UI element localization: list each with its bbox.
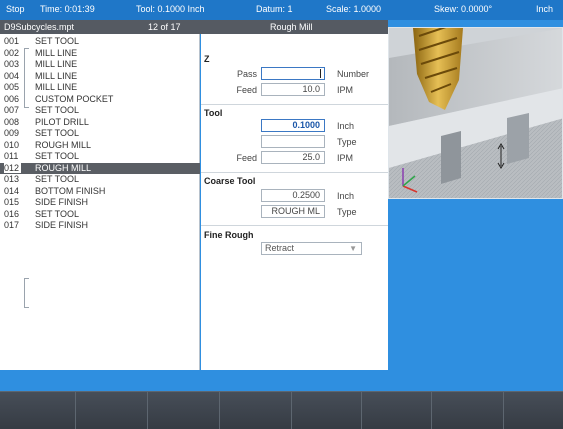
z-feed-input[interactable]: 10.0 bbox=[261, 83, 325, 96]
block-row[interactable]: 015 SIDE FINISH bbox=[0, 197, 200, 209]
block-row[interactable]: 006 CUSTOM POCKET bbox=[0, 94, 200, 106]
tool-feed-unit: IPM bbox=[337, 153, 354, 163]
coarse-type-unit: Type bbox=[337, 207, 357, 217]
tool-readout: Tool: 0.1000 Inch bbox=[136, 4, 205, 14]
block-row[interactable]: 009 SET TOOL bbox=[0, 128, 200, 140]
tool-section: Tool 0.1000 Inch Type Feed 25.0 IPM bbox=[201, 105, 388, 173]
tool-type-unit: Type bbox=[337, 137, 357, 147]
scale-readout: Scale: 1.0000 bbox=[326, 4, 382, 14]
softkey-1[interactable] bbox=[0, 392, 76, 429]
units-readout: Inch bbox=[536, 4, 554, 14]
slot-wall bbox=[441, 131, 461, 184]
status-bar: Stop Time: 0:01:39 Tool: 0.1000 Inch Dat… bbox=[0, 0, 563, 20]
fine-rough-select[interactable]: Retract ▼ bbox=[261, 242, 362, 255]
tool-feed-label: Feed bbox=[236, 153, 257, 163]
softkey-6[interactable] bbox=[362, 392, 432, 429]
toolpath-preview[interactable] bbox=[388, 27, 563, 199]
block-row[interactable]: 011 SET TOOL bbox=[0, 151, 200, 163]
block-row[interactable]: 008 PILOT DRILL bbox=[0, 117, 200, 129]
program-header: D9Subcycles.mpt 12 of 17 Rough Mill bbox=[0, 20, 388, 34]
tool-feed-input[interactable]: 25.0 bbox=[261, 151, 325, 164]
tool-diameter-input[interactable]: 0.1000 bbox=[261, 119, 325, 132]
block-row[interactable]: 007 SET TOOL bbox=[0, 105, 200, 117]
block-row[interactable]: 016 SET TOOL bbox=[0, 209, 200, 221]
softkey-7[interactable] bbox=[432, 392, 504, 429]
skew-readout: Skew: 0.0000° bbox=[434, 4, 493, 14]
fine-rough-section: Fine Rough Retract ▼ bbox=[201, 226, 388, 266]
chevron-down-icon: ▼ bbox=[349, 244, 357, 253]
z-section: Z Pass Number Feed 10.0 IPM bbox=[201, 34, 388, 105]
softkey-3[interactable] bbox=[148, 392, 220, 429]
block-row[interactable]: 004 MILL LINE bbox=[0, 71, 200, 83]
machine-mode: Stop bbox=[6, 4, 25, 14]
z-feed-label: Feed bbox=[236, 85, 257, 95]
pass-unit: Number bbox=[337, 69, 370, 79]
slot-wall bbox=[507, 113, 529, 164]
z-feed-unit: IPM bbox=[337, 85, 354, 95]
tool-diameter-unit: Inch bbox=[337, 121, 355, 131]
block-row-selected[interactable]: 012 ROUGH MILL bbox=[0, 162, 200, 174]
softkey-2[interactable] bbox=[76, 392, 148, 429]
program-position: 12 of 17 bbox=[148, 22, 181, 32]
datum-readout: Datum: 1 bbox=[256, 4, 293, 14]
tool-type-input[interactable] bbox=[261, 135, 325, 148]
step-title: Rough Mill bbox=[270, 22, 313, 32]
pass-label: Pass bbox=[236, 69, 257, 79]
preview-graphic bbox=[389, 28, 562, 198]
subcycle-bracket-2 bbox=[24, 278, 29, 308]
block-row[interactable]: 001 SET TOOL bbox=[0, 36, 200, 48]
program-block-list: 001 SET TOOL 002 MILL LINE 003 MILL LINE 00… bbox=[0, 34, 200, 370]
program-filename: D9Subcycles.mpt bbox=[4, 22, 75, 32]
run-time: Time: 0:01:39 bbox=[40, 4, 95, 14]
tool-section-title: Tool bbox=[204, 108, 223, 118]
block-row[interactable]: 003 MILL LINE bbox=[0, 59, 200, 71]
parameters-panel: Z Pass Number Feed 10.0 IPM Tool 0.1000 … bbox=[201, 34, 388, 370]
text-cursor bbox=[320, 69, 321, 78]
block-row[interactable]: 005 MILL LINE bbox=[0, 82, 200, 94]
pass-input[interactable] bbox=[261, 67, 325, 80]
block-row[interactable]: 017 SIDE FINISH bbox=[0, 220, 200, 232]
coarse-diameter-input[interactable]: 0.2500 bbox=[261, 189, 325, 202]
softkey-5[interactable] bbox=[292, 392, 362, 429]
block-row[interactable]: 013 SET TOOL bbox=[0, 174, 200, 186]
softkey-bar bbox=[0, 391, 563, 429]
fine-rough-title: Fine Rough bbox=[204, 230, 254, 240]
coarse-tool-title: Coarse Tool bbox=[204, 176, 256, 186]
coarse-diameter-unit: Inch bbox=[337, 191, 355, 201]
coarse-type-input[interactable]: ROUGH ML bbox=[261, 205, 325, 218]
coarse-tool-section: Coarse Tool 0.2500 Inch ROUGH ML Type bbox=[201, 173, 388, 226]
block-row[interactable]: 014 BOTTOM FINISH bbox=[0, 186, 200, 198]
block-row[interactable]: 010 ROUGH MILL bbox=[0, 140, 200, 152]
softkey-8[interactable] bbox=[504, 392, 563, 429]
softkey-4[interactable] bbox=[220, 392, 292, 429]
z-section-title: Z bbox=[204, 54, 210, 64]
block-row[interactable]: 002 MILL LINE bbox=[0, 48, 200, 60]
